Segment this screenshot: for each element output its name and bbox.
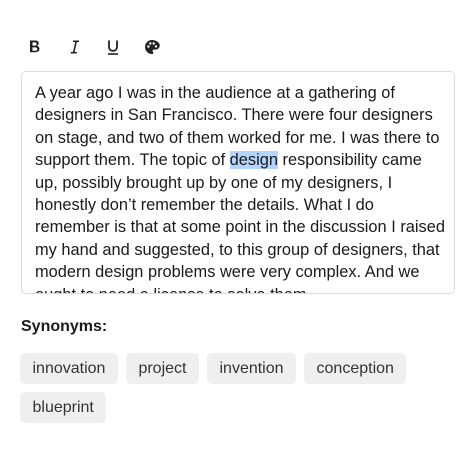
synonym-chip[interactable]: innovation: [20, 353, 118, 384]
text-editor[interactable]: A year ago I was in the audience at a ga…: [21, 71, 455, 294]
synonym-chip[interactable]: conception: [304, 353, 407, 384]
synonyms-heading: Synonyms:: [21, 318, 108, 335]
text-color-button[interactable]: [139, 34, 165, 60]
format-toolbar: [22, 34, 178, 60]
synonym-chip[interactable]: blueprint: [20, 392, 107, 423]
palette-icon: [145, 40, 160, 54]
selected-word[interactable]: design: [229, 151, 278, 170]
bold-icon: [30, 40, 40, 53]
synonym-chips: innovation project invention conception …: [20, 353, 460, 431]
italic-icon: [70, 40, 79, 54]
editor-content[interactable]: A year ago I was in the audience at a ga…: [35, 82, 445, 293]
synonym-chip[interactable]: invention: [206, 353, 297, 384]
italic-button[interactable]: [61, 34, 87, 60]
editor-text-after: responsibility came up, possibly brought…: [35, 151, 445, 293]
synonym-chip[interactable]: project: [125, 353, 199, 384]
bold-button[interactable]: [22, 34, 48, 60]
underline-icon: [108, 40, 118, 55]
underline-button[interactable]: [100, 34, 126, 60]
